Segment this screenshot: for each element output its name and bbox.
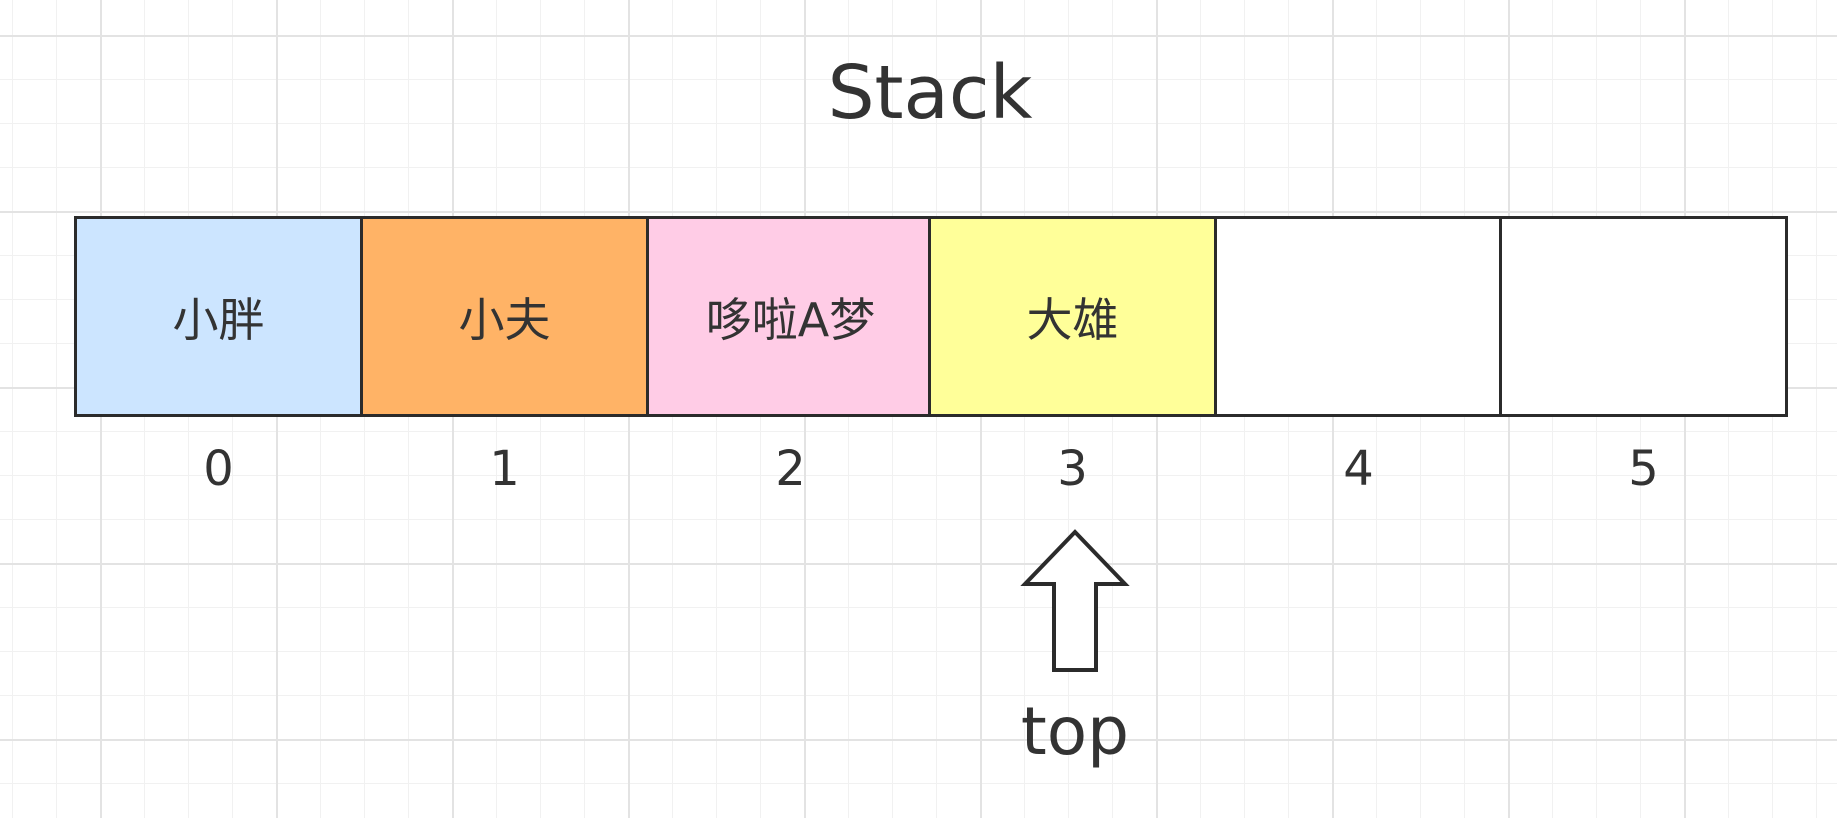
index-label-2: 2 [775,441,806,497]
stack-cell-label: 小胖 [172,292,265,347]
up-arrow-icon [1020,529,1130,672]
stack-cell-3: 大雄 [928,216,1217,417]
stack-cell-label: 小夫 [458,292,551,347]
stack-cell-5 [1499,216,1788,417]
stack-cell-1: 小夫 [360,216,649,417]
diagram-title: Stack [827,50,1033,136]
stack-diagram: Stack 小胖 小夫 哆啦A梦 大雄 0 1 2 3 4 5 top [0,0,1837,818]
stack-cell-label [1217,219,1500,414]
stack-cell-label: 大雄 [1026,292,1119,347]
stack-cell-2: 哆啦A梦 [646,216,935,417]
stack-cell-label [1502,219,1785,414]
stack-cell-4 [1214,216,1503,417]
index-label-4: 4 [1343,441,1374,497]
stack-cell-0: 小胖 [74,216,363,417]
index-label-5: 5 [1628,441,1659,497]
index-label-0: 0 [203,441,234,497]
index-label-1: 1 [489,441,520,497]
stack-array: 小胖 小夫 哆啦A梦 大雄 [74,216,1788,417]
index-label-3: 3 [1057,441,1088,497]
stack-cell-label: 哆啦A梦 [705,292,876,347]
top-pointer-label: top [1020,693,1130,770]
